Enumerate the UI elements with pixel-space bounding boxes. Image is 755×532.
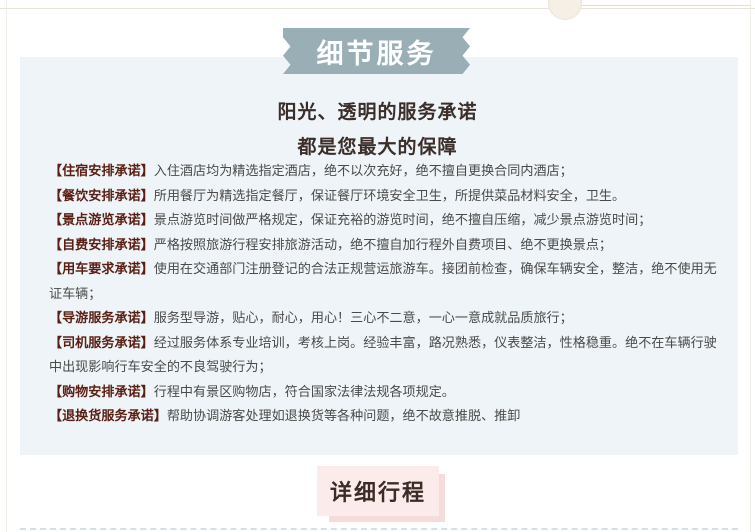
term-text: 行程中有景区购物店，符合国家法律法规各项规定。 [153,384,455,400]
section-title-ribbon: 细节服务 [283,28,470,74]
term-label: 【住宿安排承诺】 [49,164,154,179]
term-label: 【景点游览承诺】 [49,213,154,228]
headline-line-1: 阳光、透明的服务承诺 [277,101,478,123]
term-label: 【用车要求承诺】 [49,262,154,277]
list-item: 【退换货服务承诺】帮助协调游客处理如退换货等各种问题，绝不故意推脱、推卸 [49,405,719,430]
decorative-circle-icon [548,0,582,20]
list-item: 【餐饮安排承诺】所用餐厅为精选指定餐厅，保证餐厅环境安全卫生，所提供菜品材料安全… [49,185,719,210]
list-item: 【用车要求承诺】使用在交通部门注册登记的合法正规营运旅游车。接团前检查，确保车辆… [49,258,719,307]
term-text: 所用餐厅为精选指定餐厅，保证餐厅环境安全卫生，所提供菜品材料安全，卫生。 [153,188,626,204]
term-text: 帮助协调游客处理如退换货等各种问题，绝不故意推脱、推卸 [166,409,521,424]
list-item: 【购物安排承诺】行程中有景区购物店，符合国家法律法规各项规定。 [49,381,719,406]
bottom-dashed-divider [20,528,738,530]
term-label: 【导游服务承诺】 [49,311,154,326]
list-item: 【景点游览承诺】景点游览时间做严格规定，保证充裕的游览时间，绝不擅自压缩，减少景… [49,209,719,234]
page-left-border [6,0,7,532]
term-text: 入住酒店均为精选指定酒店，绝不以次充好，绝不擅自更换合同内酒店； [153,164,573,179]
list-item: 【导游服务承诺】服务型导游，贴心，耐心，用心！三心不二意，一心一意成就品质旅行； [49,307,719,332]
top-divider [0,8,755,9]
term-text: 景点游览时间做严格规定，保证充裕的游览时间，绝不擅自压缩，减少景点游览时间； [153,213,652,228]
list-item: 【自费安排承诺】严格按照旅游行程安排旅游活动，绝不擅自加行程外自费项目、绝不更换… [49,234,719,259]
list-item: 【司机服务承诺】经过服务体系专业培训，考核上岗。经验丰富，路况熟悉，仪表整洁，性… [49,332,719,381]
itinerary-section-title: 详细行程 [317,466,439,516]
service-commitment-list: 【住宿安排承诺】入住酒店均为精选指定酒店，绝不以次充好，绝不擅自更换合同内酒店；… [49,160,719,430]
term-label: 【司机服务承诺】 [49,335,154,351]
term-label: 【自费安排承诺】 [49,237,154,253]
headline-line-2: 都是您最大的保障 [297,136,458,158]
term-label: 【餐饮安排承诺】 [49,188,154,204]
list-item: 【住宿安排承诺】入住酒店均为精选指定酒店，绝不以次充好，绝不擅自更换合同内酒店； [49,160,719,185]
term-label: 【退换货服务承诺】 [49,409,167,424]
term-text: 服务型导游，贴心，耐心，用心！三心不二意，一心一意成就品质旅行； [153,311,573,326]
term-label: 【购物安排承诺】 [49,384,154,400]
term-text: 严格按照旅游行程安排旅游活动，绝不擅自加行程外自费项目、绝不更换景点； [153,237,613,253]
page-right-border [750,0,751,532]
top-divider-accent [560,5,750,6]
